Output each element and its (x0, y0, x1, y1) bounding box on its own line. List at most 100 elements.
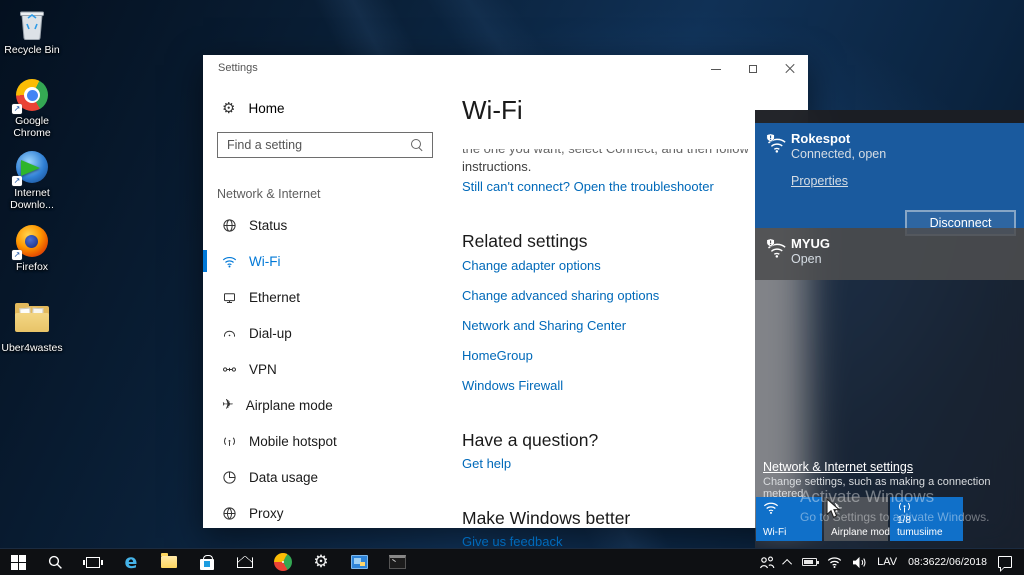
wifi-shield-icon (765, 238, 787, 258)
recycle-bin-shortcut[interactable]: Recycle Bin (0, 8, 64, 57)
quick-tile-label-line1: 1/8 - (897, 515, 917, 526)
sidebar-item-data-usage[interactable]: Data usage (203, 459, 461, 495)
clock[interactable]: 08:36 22/06/2018 (902, 549, 993, 575)
sidebar-item-status[interactable]: Status (203, 207, 461, 243)
page-title: Wi-Fi (462, 95, 523, 126)
network-status: Open (791, 252, 822, 266)
sidebar-item-airplane-mode[interactable]: ✈ Airplane mode (203, 387, 461, 423)
window-title: Settings (218, 62, 258, 74)
volume-status[interactable] (847, 549, 872, 575)
related-settings-heading: Related settings (462, 231, 588, 252)
sidebar-item-dialup[interactable]: Dial-up (203, 315, 461, 351)
search-input[interactable] (218, 138, 409, 152)
home-label: Home (248, 101, 284, 116)
task-view-button[interactable] (74, 549, 112, 575)
sidebar-item-label: Ethernet (249, 290, 300, 305)
sidebar-item-label: Dial-up (249, 326, 292, 341)
uber4wastes-folder[interactable]: Uber4wastes (0, 302, 64, 355)
folder-icon (14, 306, 50, 340)
battery-status[interactable] (797, 549, 822, 575)
change-advanced-sharing-link[interactable]: Change advanced sharing options (462, 288, 659, 303)
close-button[interactable] (771, 55, 808, 83)
get-help-link[interactable]: Get help (462, 456, 511, 471)
quick-tile-label: Wi-Fi (763, 527, 786, 538)
close-icon (785, 64, 795, 74)
windows-firewall-link[interactable]: Windows Firewall (462, 378, 563, 393)
shortcut-arrow-icon: ↗ (12, 104, 22, 114)
properties-link[interactable]: Properties (791, 174, 848, 188)
google-chrome-shortcut[interactable]: ↗ Google Chrome (0, 78, 64, 139)
firefox-shortcut[interactable]: ↗ Firefox (0, 224, 64, 274)
taskbar-settings-button[interactable]: ⚙ (302, 549, 340, 575)
taskbar-file-explorer-button[interactable] (150, 549, 188, 575)
desktop-icon-label: Internet Downlo... (0, 188, 64, 211)
minimize-icon (711, 69, 721, 70)
data-usage-icon (222, 470, 237, 485)
firefox-icon: ↗ (14, 225, 50, 259)
chevron-up-icon (782, 558, 792, 568)
taskbar: e ⚙ (0, 548, 1024, 575)
give-us-feedback-link[interactable]: Give us feedback (462, 534, 562, 549)
hotspot-icon (897, 501, 912, 514)
mobile-hotspot-quick-toggle[interactable]: 1/8 - tumusiime (890, 497, 963, 541)
desktop-icon-label: Recycle Bin (0, 45, 64, 57)
file-explorer-icon (161, 556, 177, 568)
have-a-question-heading: Have a question? (462, 430, 598, 451)
sidebar-item-wifi[interactable]: Wi-Fi (203, 243, 461, 279)
network-item-myug[interactable]: MYUG Open (755, 228, 1024, 280)
taskbar-chrome-button[interactable] (264, 549, 302, 575)
maximize-icon (749, 65, 757, 73)
idm-shortcut[interactable]: ↗ Internet Downlo... (0, 150, 64, 211)
clock-time: 08:36 (908, 556, 934, 568)
search-icon[interactable] (409, 137, 425, 153)
start-button[interactable] (0, 549, 36, 575)
wifi-quick-toggle[interactable]: Wi-Fi (756, 497, 822, 541)
sidebar-item-label: VPN (249, 362, 277, 377)
taskbar-mail-button[interactable] (226, 549, 264, 575)
sidebar-item-mobile-hotspot[interactable]: Mobile hotspot (203, 423, 461, 459)
sidebar-item-vpn[interactable]: VPN (203, 351, 461, 387)
ethernet-icon (222, 290, 237, 305)
network-status[interactable] (822, 549, 847, 575)
clipped-scroll-text: the one you want, select Connect, and th… (462, 149, 752, 158)
taskbar-search-button[interactable] (36, 549, 74, 575)
taskbar-store-button[interactable] (188, 549, 226, 575)
windows-logo-icon (11, 555, 26, 570)
settings-sidebar: ⚙ Home Network & Internet Status Wi-Fi (203, 83, 461, 528)
search-icon (48, 555, 63, 570)
homegroup-link[interactable]: HomeGroup (462, 348, 533, 363)
sidebar-item-home[interactable]: ⚙ Home (222, 99, 284, 117)
gear-icon: ⚙ (313, 553, 328, 571)
globe-status-icon (222, 218, 237, 233)
people-button[interactable] (754, 549, 780, 575)
network-internet-settings-link[interactable]: Network & Internet settings (763, 460, 913, 474)
proxy-icon (222, 506, 237, 521)
maximize-button[interactable] (734, 55, 771, 83)
desktop-icon-label: Firefox (0, 262, 64, 274)
troubleshooter-link[interactable]: Still can't connect? Open the troublesho… (462, 179, 714, 194)
edge-icon: e (125, 553, 138, 572)
taskbar-system-button[interactable] (340, 549, 378, 575)
sidebar-item-ethernet[interactable]: Ethernet (203, 279, 461, 315)
shortcut-arrow-icon: ↗ (12, 250, 22, 260)
shortcut-arrow-icon: ↗ (12, 176, 22, 186)
minimize-button[interactable] (697, 55, 734, 83)
change-adapter-options-link[interactable]: Change adapter options (462, 258, 601, 273)
gear-icon: ⚙ (222, 99, 235, 117)
desktop-icon-label: Uber4wastes (0, 343, 64, 355)
action-center-button[interactable] (993, 549, 1024, 575)
window-titlebar[interactable]: Settings (203, 55, 808, 83)
sidebar-item-label: Status (249, 218, 287, 233)
taskbar-terminal-button[interactable] (378, 549, 416, 575)
action-center-icon (998, 556, 1012, 568)
show-hidden-icons-button[interactable] (780, 549, 797, 575)
taskbar-edge-button[interactable]: e (112, 549, 150, 575)
desktop-icon-label: Google Chrome (0, 116, 64, 139)
language-indicator[interactable]: LAV (872, 549, 902, 575)
network-sharing-center-link[interactable]: Network and Sharing Center (462, 318, 626, 333)
system-window-icon (351, 555, 368, 569)
network-name: MYUG (791, 236, 830, 251)
google-chrome-icon: ↗ (14, 79, 50, 113)
network-item-rokespot[interactable]: Rokespot Connected, open Properties Disc… (755, 123, 1024, 228)
sidebar-item-proxy[interactable]: Proxy (203, 495, 461, 531)
